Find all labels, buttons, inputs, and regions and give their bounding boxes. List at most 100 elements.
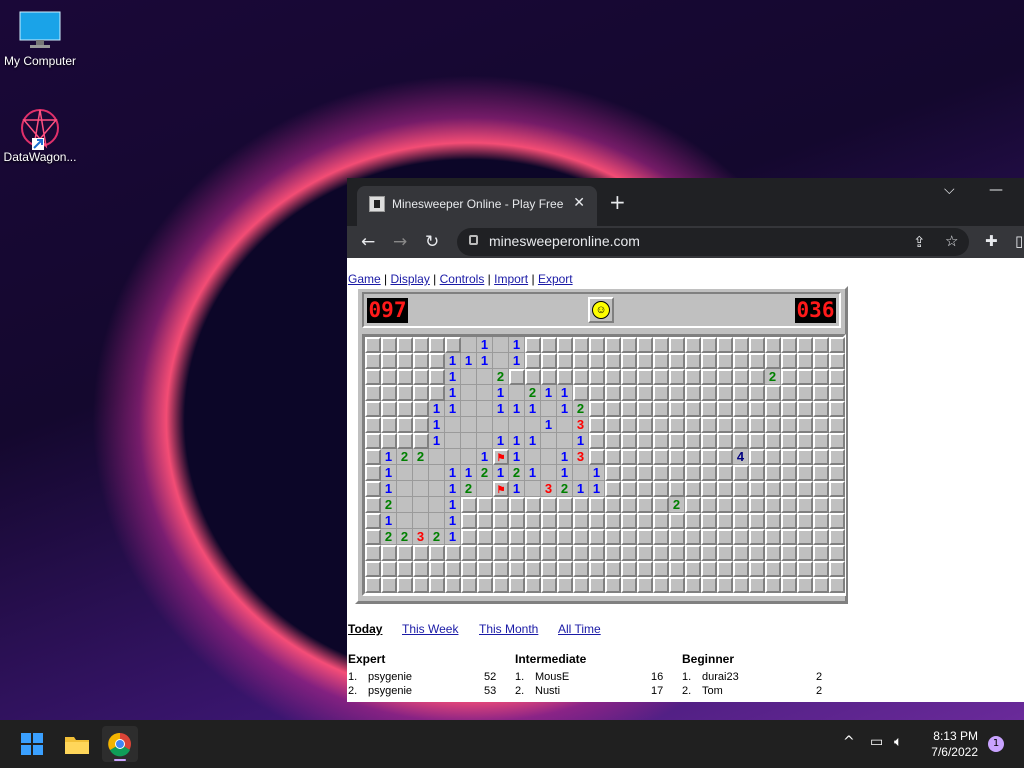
covered-cell[interactable] <box>493 497 509 513</box>
covered-cell[interactable] <box>717 353 733 369</box>
number-cell[interactable]: 1 <box>557 385 573 401</box>
number-cell[interactable]: 1 <box>445 385 461 401</box>
notification-badge[interactable]: 1 <box>988 736 1004 752</box>
covered-cell[interactable] <box>493 561 509 577</box>
covered-cell[interactable] <box>397 561 413 577</box>
covered-cell[interactable] <box>429 561 445 577</box>
covered-cell[interactable] <box>381 369 397 385</box>
covered-cell[interactable] <box>493 513 509 529</box>
covered-cell[interactable] <box>605 369 621 385</box>
covered-cell[interactable] <box>781 417 797 433</box>
covered-cell[interactable] <box>669 401 685 417</box>
covered-cell[interactable] <box>589 433 605 449</box>
covered-cell[interactable] <box>829 433 845 449</box>
sidebar-icon[interactable]: ▯ <box>1015 232 1023 250</box>
covered-cell[interactable] <box>413 369 429 385</box>
covered-cell[interactable] <box>733 433 749 449</box>
covered-cell[interactable] <box>557 353 573 369</box>
covered-cell[interactable] <box>813 497 829 513</box>
open-cell[interactable] <box>397 497 413 513</box>
covered-cell[interactable] <box>717 417 733 433</box>
open-cell[interactable] <box>541 449 557 465</box>
covered-cell[interactable] <box>653 513 669 529</box>
covered-cell[interactable] <box>653 433 669 449</box>
covered-cell[interactable] <box>461 497 477 513</box>
covered-cell[interactable] <box>637 465 653 481</box>
covered-cell[interactable] <box>829 481 845 497</box>
covered-cell[interactable] <box>621 481 637 497</box>
covered-cell[interactable] <box>797 353 813 369</box>
covered-cell[interactable] <box>477 577 493 593</box>
number-cell[interactable]: 2 <box>397 449 413 465</box>
number-cell[interactable]: 1 <box>445 465 461 481</box>
covered-cell[interactable] <box>573 529 589 545</box>
open-cell[interactable] <box>509 385 525 401</box>
covered-cell[interactable] <box>749 513 765 529</box>
covered-cell[interactable] <box>749 337 765 353</box>
covered-cell[interactable] <box>781 513 797 529</box>
network-icon[interactable]: ▭ <box>870 734 883 750</box>
covered-cell[interactable] <box>429 337 445 353</box>
covered-cell[interactable] <box>637 529 653 545</box>
covered-cell[interactable] <box>797 385 813 401</box>
number-cell[interactable]: 1 <box>525 433 541 449</box>
number-cell[interactable]: 2 <box>765 369 781 385</box>
covered-cell[interactable] <box>541 337 557 353</box>
open-cell[interactable] <box>477 481 493 497</box>
covered-cell[interactable] <box>365 513 381 529</box>
covered-cell[interactable] <box>749 401 765 417</box>
covered-cell[interactable] <box>717 561 733 577</box>
covered-cell[interactable] <box>781 561 797 577</box>
covered-cell[interactable] <box>589 561 605 577</box>
covered-cell[interactable] <box>653 465 669 481</box>
covered-cell[interactable] <box>733 337 749 353</box>
covered-cell[interactable] <box>445 545 461 561</box>
covered-cell[interactable] <box>797 497 813 513</box>
covered-cell[interactable] <box>685 369 701 385</box>
covered-cell[interactable] <box>685 513 701 529</box>
number-cell[interactable]: 4 <box>733 449 749 465</box>
number-cell[interactable]: 1 <box>541 417 557 433</box>
open-cell[interactable] <box>461 385 477 401</box>
covered-cell[interactable] <box>413 401 429 417</box>
covered-cell[interactable] <box>509 513 525 529</box>
covered-cell[interactable] <box>381 577 397 593</box>
number-cell[interactable]: 1 <box>589 465 605 481</box>
covered-cell[interactable] <box>829 353 845 369</box>
covered-cell[interactable] <box>653 561 669 577</box>
covered-cell[interactable] <box>557 545 573 561</box>
covered-cell[interactable] <box>717 497 733 513</box>
covered-cell[interactable] <box>397 353 413 369</box>
covered-cell[interactable] <box>765 577 781 593</box>
covered-cell[interactable] <box>749 577 765 593</box>
covered-cell[interactable] <box>765 529 781 545</box>
number-cell[interactable]: 1 <box>541 385 557 401</box>
reload-icon[interactable]: ↻ <box>425 232 439 252</box>
covered-cell[interactable] <box>621 369 637 385</box>
covered-cell[interactable] <box>573 577 589 593</box>
covered-cell[interactable] <box>621 433 637 449</box>
number-cell[interactable]: 1 <box>429 417 445 433</box>
covered-cell[interactable] <box>669 465 685 481</box>
covered-cell[interactable] <box>445 577 461 593</box>
open-cell[interactable] <box>429 449 445 465</box>
open-cell[interactable] <box>541 465 557 481</box>
covered-cell[interactable] <box>765 337 781 353</box>
start-button[interactable] <box>14 726 50 762</box>
number-cell[interactable]: 2 <box>525 385 541 401</box>
covered-cell[interactable] <box>605 577 621 593</box>
covered-cell[interactable] <box>717 385 733 401</box>
covered-cell[interactable] <box>461 513 477 529</box>
covered-cell[interactable] <box>557 561 573 577</box>
covered-cell[interactable] <box>717 337 733 353</box>
covered-cell[interactable] <box>797 449 813 465</box>
covered-cell[interactable] <box>573 353 589 369</box>
number-cell[interactable]: 2 <box>669 497 685 513</box>
covered-cell[interactable] <box>701 433 717 449</box>
covered-cell[interactable] <box>541 577 557 593</box>
open-cell[interactable] <box>397 465 413 481</box>
covered-cell[interactable] <box>429 385 445 401</box>
covered-cell[interactable] <box>717 369 733 385</box>
covered-cell[interactable] <box>685 529 701 545</box>
number-cell[interactable]: 2 <box>461 481 477 497</box>
